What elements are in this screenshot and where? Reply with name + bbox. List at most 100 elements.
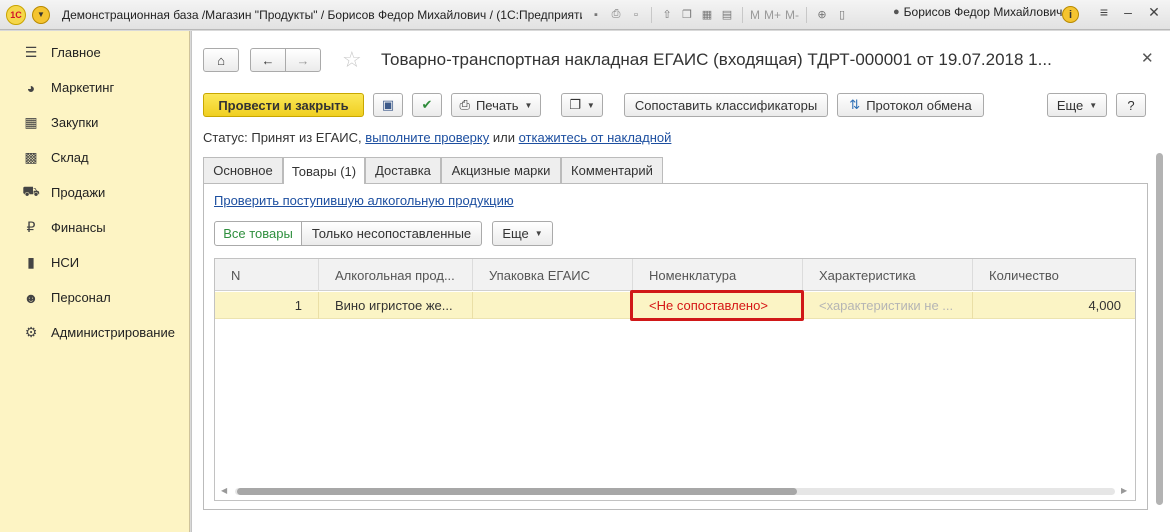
tab-comment[interactable]: Комментарий	[561, 157, 663, 183]
more-actions-button[interactable]: Еще ▼	[1047, 93, 1107, 117]
sidebar-item-main[interactable]: ☰ Главное	[0, 35, 189, 70]
sections-panel: ☰ Главное ◕ Маркетинг ▦ Закупки ▩ Склад …	[0, 31, 190, 532]
exchange-log-button[interactable]: ⇅ Протокол обмена	[837, 93, 984, 117]
perform-check-link[interactable]: выполните проверку	[365, 130, 489, 145]
memory-button[interactable]: M	[750, 8, 760, 22]
sidebar-item-finance[interactable]: ₽ Финансы	[0, 210, 189, 245]
column-header-characteristic[interactable]: Характеристика	[803, 259, 973, 291]
documents-icon: ❐	[569, 97, 581, 112]
book-icon: ▮	[27, 254, 35, 270]
column-header-package[interactable]: Упаковка ЕГАИС	[473, 259, 633, 291]
window-title: Демонстрационная база /Магазин "Продукты…	[62, 7, 582, 22]
cell-package[interactable]	[473, 292, 633, 319]
chevron-down-icon: ▼	[524, 100, 533, 110]
sidebar-item-admin[interactable]: ⚙ Администрирование	[0, 315, 189, 350]
zoom-icon[interactable]: ⊕	[814, 7, 830, 23]
goods-table: N Алкогольная прод... Упаковка ЕГАИС Ном…	[214, 258, 1136, 501]
goods-more-button[interactable]: Еще ▼	[492, 221, 553, 246]
window-menu-icon[interactable]: ≡	[1094, 4, 1114, 20]
sidebar-item-personnel[interactable]: ☻ Персонал	[0, 280, 189, 315]
warehouse-icon: ▩	[24, 149, 38, 165]
tab-main[interactable]: Основное	[203, 157, 283, 183]
table-header: N Алкогольная прод... Упаковка ЕГАИС Ном…	[215, 259, 1135, 291]
gear-icon: ⚙	[24, 324, 38, 340]
scroll-right-icon[interactable]: ▶	[1121, 486, 1127, 495]
filter-unmatched-only[interactable]: Только несопоставленные	[301, 221, 482, 246]
reject-invoice-link[interactable]: откажитесь от накладной	[519, 130, 672, 145]
cell-nomenclature[interactable]: <Не сопоставлено>	[633, 292, 803, 319]
ruble-icon: ₽	[26, 219, 36, 235]
column-header-product[interactable]: Алкогольная прод...	[319, 259, 473, 291]
status-or: или	[492, 130, 515, 145]
horizontal-scrollbar[interactable]: ◀ ▶	[219, 486, 1131, 496]
column-header-quantity[interactable]: Количество	[973, 259, 1135, 291]
sidebar-item-label: Персонал	[51, 290, 111, 305]
post-document-icon: ✔	[421, 97, 433, 112]
close-window-icon[interactable]: ✕	[1144, 4, 1164, 21]
column-header-nomenclature[interactable]: Номенклатура	[633, 259, 803, 291]
tab-goods[interactable]: Товары (1)	[283, 157, 365, 184]
calendar-icon[interactable]: ▤	[719, 7, 735, 23]
memory-minus-button[interactable]: M-	[785, 8, 799, 22]
user-icon: ●	[893, 6, 900, 18]
cell-product[interactable]: Вино игристое же...	[319, 292, 473, 319]
chevron-down-icon: ▼	[534, 229, 543, 238]
home-button[interactable]: ⌂	[203, 48, 239, 72]
help-button[interactable]: ?	[1116, 93, 1146, 117]
calculator-icon[interactable]: ▦	[699, 7, 715, 23]
match-classifiers-button[interactable]: Сопоставить классификаторы	[624, 93, 828, 117]
sidebar-item-label: Склад	[51, 150, 89, 165]
cell-n[interactable]: 1	[215, 292, 319, 319]
save-icon[interactable]: ▪	[588, 7, 604, 23]
scrollbar-thumb[interactable]	[1156, 153, 1163, 505]
upload-icon[interactable]: ⇧	[659, 7, 675, 23]
table-row[interactable]: 1 Вино игристое же... <Не сопоставлено> …	[215, 292, 1135, 319]
related-documents-button[interactable]: ❐ ▼	[561, 93, 603, 117]
print-label: Печать	[475, 97, 519, 113]
current-user[interactable]: ● Борисов Федор Михайлович	[893, 5, 1062, 19]
scroll-left-icon[interactable]: ◀	[221, 486, 227, 495]
panel-icon[interactable]: ▯	[834, 7, 850, 23]
sidebar-item-marketing[interactable]: ◕ Маркетинг	[0, 70, 189, 105]
sidebar-item-sales[interactable]: ⛟ Продажи	[0, 175, 189, 210]
menu-icon: ☰	[24, 44, 38, 60]
minimize-icon[interactable]: –	[1118, 4, 1138, 20]
print-icon[interactable]: ⎙	[608, 7, 624, 23]
arrow-right-icon: →	[296, 52, 310, 68]
close-form-icon[interactable]: ✕	[1141, 49, 1154, 67]
info-icon[interactable]: i	[1062, 6, 1079, 23]
save-button[interactable]: ▣	[373, 93, 403, 117]
sidebar-item-warehouse[interactable]: ▩ Склад	[0, 140, 189, 175]
vertical-scrollbar[interactable]	[1155, 149, 1164, 509]
title-bar: 1С ▼ Демонстрационная база /Магазин "Про…	[0, 0, 1170, 30]
preview-icon[interactable]: ▫	[628, 7, 644, 23]
sidebar-item-label: Главное	[51, 45, 101, 60]
forward-button[interactable]: →	[285, 48, 321, 72]
check-alcohol-products-link[interactable]: Проверить поступившую алкогольную продук…	[214, 193, 514, 208]
filter-all-goods[interactable]: Все товары	[214, 221, 302, 246]
back-button[interactable]: ←	[250, 48, 286, 72]
copy-icon[interactable]: ❐	[679, 7, 695, 23]
person-icon: ☻	[23, 289, 39, 306]
main-menu-chevron-down-icon[interactable]: ▼	[32, 5, 50, 24]
memory-plus-button[interactable]: M+	[764, 8, 781, 22]
sidebar-item-purchases[interactable]: ▦ Закупки	[0, 105, 189, 140]
tab-delivery[interactable]: Доставка	[365, 157, 441, 183]
exchange-log-label: Протокол обмена	[866, 97, 972, 113]
print-menu-button[interactable]: ⎙ Печать ▼	[451, 93, 541, 117]
tab-excise-stamps[interactable]: Акцизные марки	[441, 157, 561, 183]
scrollbar-thumb[interactable]	[237, 488, 797, 495]
cell-quantity[interactable]: 4,000	[973, 292, 1135, 319]
sidebar-item-label: НСИ	[51, 255, 80, 270]
app-logo-icon[interactable]: 1С	[6, 4, 26, 25]
chevron-down-icon: ▼	[1089, 100, 1098, 110]
post-button[interactable]: ✔	[412, 93, 442, 117]
sidebar-item-label: Продажи	[51, 185, 106, 200]
favorite-star-icon[interactable]: ☆	[342, 47, 362, 73]
column-header-n[interactable]: N	[215, 259, 319, 291]
status-line: Статус: Принят из ЕГАИС, выполните прове…	[203, 130, 671, 145]
sidebar-item-nsi[interactable]: ▮ НСИ	[0, 245, 189, 280]
post-and-close-button[interactable]: Провести и закрыть	[203, 93, 364, 117]
home-icon: ⌂	[217, 52, 225, 68]
cell-characteristic[interactable]: <характеристики не ...	[803, 292, 973, 319]
